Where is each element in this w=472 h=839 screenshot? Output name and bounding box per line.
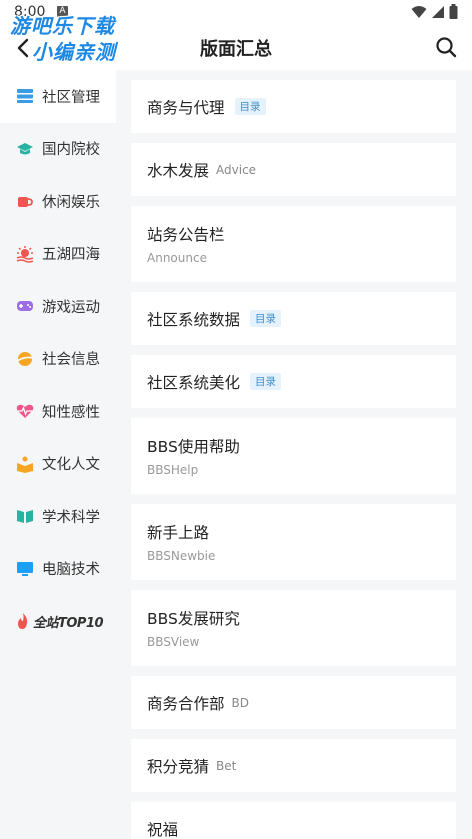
sidebar-item-community[interactable]: 社区管理	[0, 70, 116, 123]
globe-icon	[16, 351, 34, 366]
open-book-icon	[17, 510, 33, 524]
board-english-name: BBSNewbie	[147, 549, 216, 563]
sidebar-item-label: 电脑技术	[42, 562, 100, 579]
board-english-name: Bet	[216, 758, 237, 773]
reading-person-icon	[17, 456, 33, 473]
sidebar-item-regions[interactable]: 五湖四海	[0, 228, 116, 281]
board-card[interactable]: BBS使用帮助 BBSHelp	[131, 418, 456, 494]
catalog-badge: 目录	[250, 373, 282, 390]
board-card[interactable]: 商务合作部 BD	[131, 676, 456, 729]
board-card[interactable]: BBS发展研究 BBSView	[131, 590, 456, 666]
sidebar-item-label: 五湖四海	[42, 247, 100, 264]
fire-icon	[18, 613, 28, 630]
sidebar-item-computer[interactable]: 电脑技术	[0, 543, 116, 596]
battery-icon	[449, 4, 458, 19]
board-card[interactable]: 积分竞猜 Bet	[131, 739, 456, 792]
board-name: 社区系统数据	[147, 310, 241, 329]
board-english-name: Announce	[147, 251, 207, 265]
sidebar-item-universities[interactable]: 国内院校	[0, 123, 116, 176]
status-icons	[411, 4, 458, 19]
sidebar-item-label: 社区管理	[42, 89, 100, 106]
board-name: 积分竞猜	[147, 757, 210, 776]
board-list: 商务与代理 目录 水木发展 Advice 站务公告栏 Announce 社区系统…	[131, 80, 456, 839]
sidebar-item-label: 学术科学	[42, 509, 100, 526]
board-name: 站务公告栏	[147, 226, 225, 244]
sidebar-item-label: 文化人文	[42, 457, 100, 474]
board-name: 新手上路	[147, 524, 210, 542]
watermark-line-2: 小编亲测	[32, 40, 116, 64]
board-card[interactable]: 社区系统美化 目录	[131, 355, 456, 408]
watermark-logo: 游吧乐下载 小编亲测	[10, 10, 152, 66]
board-name: 水木发展	[147, 161, 210, 180]
board-english-name: BD	[231, 695, 249, 710]
community-icon	[17, 89, 33, 104]
board-card[interactable]: 祝福	[131, 802, 456, 839]
board-english-name: Advice	[216, 162, 257, 177]
catalog-badge: 目录	[234, 98, 266, 115]
board-name: 社区系统美化	[147, 373, 241, 392]
sun-waves-icon	[16, 245, 34, 263]
sidebar-item-culture[interactable]: 文化人文	[0, 438, 116, 491]
board-card[interactable]: 新手上路 BBSNewbie	[131, 504, 456, 580]
signal-icon	[432, 5, 444, 18]
monitor-icon	[17, 561, 33, 576]
sidebar-item-label: 知性感性	[42, 404, 100, 421]
wifi-icon	[411, 5, 427, 18]
sidebar-item-society[interactable]: 社会信息	[0, 333, 116, 386]
coffee-cup-icon	[18, 197, 33, 208]
sidebar-item-games-sports[interactable]: 游戏运动	[0, 280, 116, 333]
board-name: BBS发展研究	[147, 610, 240, 628]
board-card[interactable]: 站务公告栏 Announce	[131, 206, 456, 282]
sidebar-item-label: 游戏运动	[42, 299, 100, 316]
board-name: 祝福	[147, 820, 179, 839]
board-name: 商务与代理	[147, 98, 225, 117]
heart-pulse-icon	[16, 405, 34, 419]
board-card[interactable]: 水木发展 Advice	[131, 143, 456, 196]
board-card[interactable]: 商务与代理 目录	[131, 80, 456, 133]
sidebar-item-top10[interactable]: 全站TOP10	[0, 595, 116, 648]
sidebar-item-science[interactable]: 学术科学	[0, 490, 116, 543]
graduation-cap-icon	[17, 142, 33, 155]
sidebar-item-label: 社会信息	[42, 352, 100, 369]
sidebar-item-label: 国内院校	[42, 142, 100, 159]
board-english-name: BBSHelp	[147, 463, 199, 477]
board-card[interactable]: 社区系统数据 目录	[131, 292, 456, 345]
sidebar-item-emotion[interactable]: 知性感性	[0, 385, 116, 438]
sidebar-item-leisure[interactable]: 休闲娱乐	[0, 175, 116, 228]
watermark-line-1: 游吧乐下载	[10, 14, 115, 38]
board-english-name: BBSView	[147, 635, 200, 649]
gamepad-icon	[17, 301, 33, 312]
board-name: 商务合作部	[147, 694, 225, 713]
catalog-badge: 目录	[250, 310, 282, 327]
sidebar-item-label: 休闲娱乐	[42, 194, 100, 211]
top10-label: 全站TOP10	[33, 615, 104, 631]
search-button[interactable]	[434, 35, 458, 59]
search-icon	[436, 37, 457, 58]
board-name: BBS使用帮助	[147, 438, 240, 456]
category-sidebar: 社区管理 国内院校 休闲娱乐 五湖四海 游戏运动 社会信息 知性感性 文化人文 …	[0, 70, 116, 839]
